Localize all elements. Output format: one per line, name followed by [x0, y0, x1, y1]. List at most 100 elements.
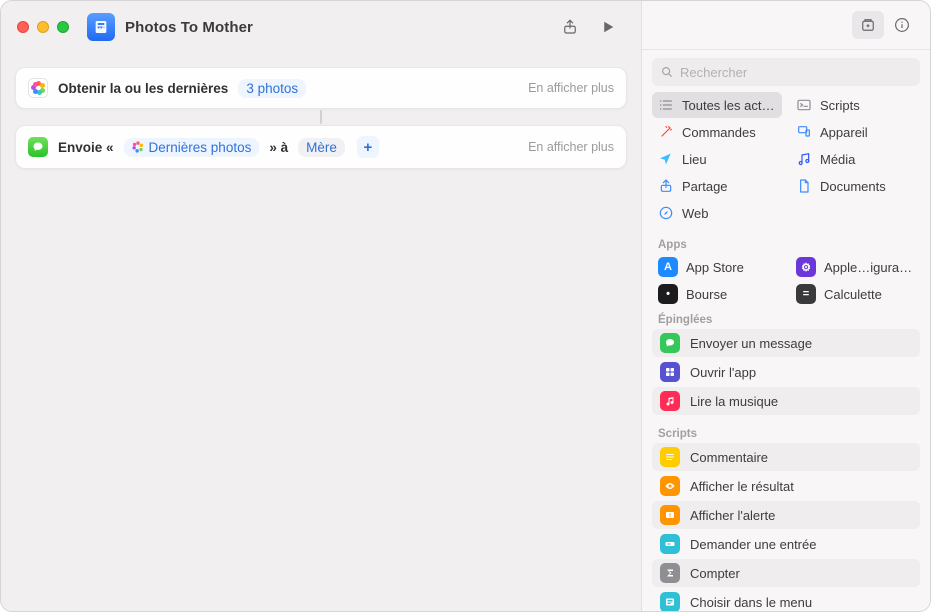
category-appareil[interactable]: Appareil — [790, 119, 920, 145]
show-more-toggle[interactable]: En afficher plus — [528, 81, 614, 95]
zoom-window-button[interactable] — [57, 21, 69, 33]
category-label: Web — [682, 206, 776, 221]
category-scripts[interactable]: Scripts — [790, 92, 920, 118]
category-label: Toutes les acti… — [682, 98, 776, 113]
music-icon — [660, 391, 680, 411]
doc-icon — [796, 178, 812, 194]
category-grid: Toutes les acti… Scripts Commandes Appareil… — [642, 90, 930, 230]
content-variable-pill[interactable]: Dernières photos — [124, 138, 260, 157]
content-variable-label: Dernières photos — [149, 140, 252, 155]
script-label: Choisir dans le menu — [690, 595, 812, 610]
app-icon: ⚙ — [796, 257, 816, 277]
photo-count-parameter[interactable]: 3 photos — [238, 79, 306, 98]
app-bourse[interactable]: • Bourse — [652, 281, 782, 307]
wand-icon — [658, 124, 674, 140]
script-choisir-dans-le-menu[interactable]: Choisir dans le menu — [652, 588, 920, 611]
script-label: Afficher le résultat — [690, 479, 794, 494]
sigma-icon — [660, 563, 680, 583]
app-icon: = — [796, 284, 816, 304]
script-commentaire[interactable]: Commentaire — [652, 443, 920, 471]
titlebar: Photos To Mother — [1, 1, 641, 53]
scripts-list: Commentaire Afficher le résultat Afficher … — [652, 443, 920, 611]
input-icon — [660, 534, 680, 554]
app-apple-igurator[interactable]: ⚙ Apple…igurator — [790, 254, 920, 280]
pinned-envoyer-un-message[interactable]: Envoyer un message — [652, 329, 920, 357]
category-toutes-les-acti-[interactable]: Toutes les acti… — [652, 92, 782, 118]
category-label: Commandes — [682, 125, 776, 140]
close-window-button[interactable] — [17, 21, 29, 33]
photos-mini-icon — [132, 141, 144, 153]
app-calculette[interactable]: = Calculette — [790, 281, 920, 307]
script-label: Demander une entrée — [690, 537, 816, 552]
list-icon — [658, 97, 674, 113]
window-controls — [17, 21, 69, 33]
show-more-toggle[interactable]: En afficher plus — [528, 140, 614, 154]
library-sidebar: Toutes les acti… Scripts Commandes Appareil… — [641, 1, 930, 611]
pinned-section-header: Épinglées — [652, 311, 920, 329]
sidebar-toolbar — [642, 1, 930, 50]
category-commandes[interactable]: Commandes — [652, 119, 782, 145]
workflow-editor[interactable]: Obtenir la ou les dernières 3 photos En … — [1, 53, 641, 183]
action-send-prefix: Envoie « — [58, 140, 114, 155]
action-send-mid: » à — [269, 140, 288, 155]
library-tab-button[interactable] — [852, 11, 884, 39]
app-label: Apple…igurator — [824, 260, 914, 275]
action-connector — [320, 110, 322, 124]
category-web[interactable]: Web — [652, 200, 782, 226]
category-label: Documents — [820, 179, 914, 194]
shortcut-icon — [87, 13, 115, 41]
pinned-ouvrir-l-app[interactable]: Ouvrir l'app — [652, 358, 920, 386]
eye-icon — [660, 476, 680, 496]
category-label: Partage — [682, 179, 776, 194]
category-partage[interactable]: Partage — [652, 173, 782, 199]
script-afficher-le-r-sultat[interactable]: Afficher le résultat — [652, 472, 920, 500]
script-demander-une-entr-e[interactable]: Demander une entrée — [652, 530, 920, 558]
safari-icon — [658, 205, 674, 221]
scripts-section-header: Scripts — [652, 425, 920, 443]
category-label: Lieu — [682, 152, 776, 167]
search-icon — [660, 65, 674, 79]
run-button[interactable] — [591, 13, 625, 41]
action-send-message[interactable]: Envoie « Dernières photos » à Mère + En … — [15, 125, 627, 169]
category-lieu[interactable]: Lieu — [652, 146, 782, 172]
app-icon: • — [658, 284, 678, 304]
search-input[interactable] — [680, 65, 912, 80]
minimize-window-button[interactable] — [37, 21, 49, 33]
music-icon — [796, 151, 812, 167]
share-icon — [658, 178, 674, 194]
grid-icon — [660, 362, 680, 382]
app-label: Bourse — [686, 287, 727, 302]
terminal-icon — [796, 97, 812, 113]
action-get-latest-photos[interactable]: Obtenir la ou les dernières 3 photos En … — [15, 67, 627, 109]
left-pane: Photos To Mother — [1, 1, 641, 611]
apps-grid: AApp Store ⚙ Apple…igurator • Bourse = Calcule… — [652, 254, 920, 307]
photos-app-icon — [28, 78, 48, 98]
recipient-parameter[interactable]: Mère — [298, 138, 345, 157]
script-afficher-l-alerte[interactable]: Afficher l'alerte — [652, 501, 920, 529]
pinned-list: Envoyer un message Ouvrir l'app Lire la mu… — [652, 329, 920, 415]
message-icon — [660, 333, 680, 353]
share-button[interactable] — [553, 13, 587, 41]
shortcut-title: Photos To Mother — [125, 19, 253, 36]
pinned-lire-la-musique[interactable]: Lire la musique — [652, 387, 920, 415]
alert-icon — [660, 505, 680, 525]
pinned-label: Envoyer un message — [690, 336, 812, 351]
script-compter[interactable]: Compter — [652, 559, 920, 587]
add-recipient-button[interactable]: + — [357, 136, 379, 158]
app-app-store[interactable]: AApp Store — [652, 254, 782, 280]
action-prefix: Obtenir la ou les dernières — [58, 81, 228, 96]
category-m-dia[interactable]: Média — [790, 146, 920, 172]
category-label: Scripts — [820, 98, 914, 113]
app-label: Calculette — [824, 287, 882, 302]
script-label: Compter — [690, 566, 740, 581]
device-icon — [796, 124, 812, 140]
pinned-label: Lire la musique — [690, 394, 778, 409]
script-label: Afficher l'alerte — [690, 508, 775, 523]
category-label: Appareil — [820, 125, 914, 140]
info-tab-button[interactable] — [886, 11, 918, 39]
menu-icon — [660, 592, 680, 611]
app-label: App Store — [686, 260, 744, 275]
search-field[interactable] — [652, 58, 920, 86]
apps-section-header: Apps — [652, 236, 920, 254]
category-documents[interactable]: Documents — [790, 173, 920, 199]
